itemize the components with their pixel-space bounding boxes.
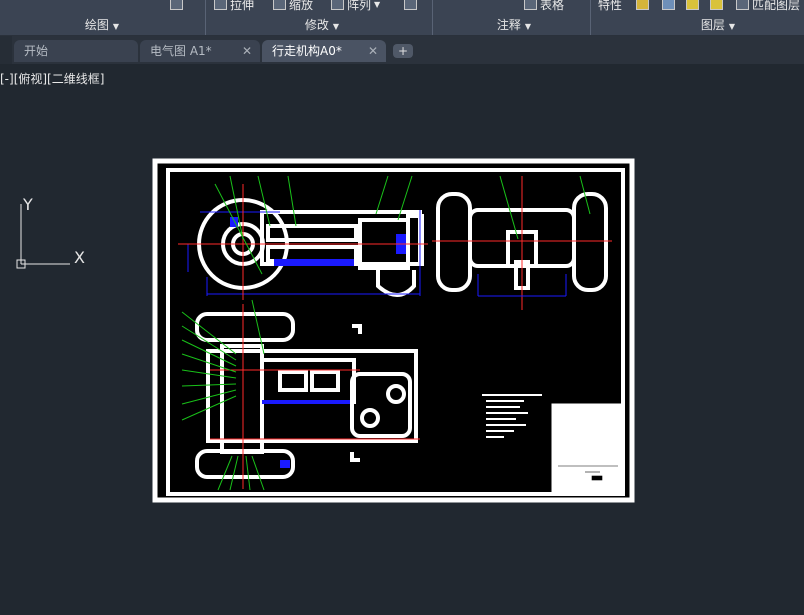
drawing-canvas[interactable]: Y X <box>0 64 804 611</box>
layer-on-button[interactable] <box>662 0 675 12</box>
modify-extra-icon <box>404 0 417 10</box>
panel-annotate[interactable]: 注释 ▼ <box>482 16 546 34</box>
match-layer-icon <box>736 0 749 10</box>
ribbon-toolbar: 拉伸 缩放 阵列 ▼ 表格 特性 匹配图层 <box>0 0 804 16</box>
panel-layers[interactable]: 图层 ▼ <box>686 16 750 34</box>
chevron-down-icon: ▼ <box>728 22 736 31</box>
panel-modify[interactable]: 修改 ▼ <box>290 16 354 34</box>
drawing-sheet <box>152 158 635 503</box>
array-icon <box>331 0 344 10</box>
table-button[interactable]: 表格 <box>524 0 564 12</box>
ribbon: 拉伸 缩放 阵列 ▼ 表格 特性 匹配图层 绘图 ▼ 修改 ▼ 注释 ▼ 图层 ▼ <box>0 0 804 36</box>
layer-sun-button[interactable] <box>686 0 699 12</box>
tab-travel-mechanism[interactable]: 行走机构A0* ✕ <box>262 40 386 62</box>
modify-extra-button[interactable] <box>404 0 417 12</box>
match-layer-button[interactable]: 匹配图层 <box>736 0 800 12</box>
chevron-down-icon: ▼ <box>332 22 340 31</box>
layer-on-icon <box>662 0 675 10</box>
viewport-controls[interactable]: [-][俯视][二维线框] <box>0 70 104 87</box>
tab-electrical-drawing[interactable]: 电气图 A1* ✕ <box>140 40 260 62</box>
layer-state-button[interactable] <box>636 0 649 12</box>
stretch-icon <box>214 0 227 10</box>
title-block <box>551 403 623 495</box>
draw-tool-icon <box>170 0 183 10</box>
table-icon <box>524 0 537 10</box>
chevron-down-icon: ▼ <box>374 0 381 9</box>
panel-draw[interactable]: 绘图 ▼ <box>70 16 134 34</box>
ribbon-separator <box>590 0 591 36</box>
ucs-x-label: X <box>74 248 85 267</box>
sun-icon <box>686 0 699 10</box>
close-icon[interactable]: ✕ <box>242 40 252 62</box>
stretch-button[interactable]: 拉伸 <box>214 0 254 12</box>
tab-menu-button[interactable] <box>0 36 12 64</box>
new-tab-button[interactable]: + <box>393 44 413 58</box>
layer-state-icon <box>636 0 649 10</box>
chevron-down-icon: ▼ <box>112 22 120 31</box>
close-icon[interactable]: ✕ <box>368 40 378 62</box>
chevron-down-icon: ▼ <box>524 22 532 31</box>
scale-icon <box>273 0 286 10</box>
draw-tool-button[interactable] <box>170 0 183 12</box>
scale-button[interactable]: 缩放 <box>273 0 313 12</box>
properties-button[interactable]: 特性 <box>598 0 622 12</box>
layer-lock-button[interactable] <box>710 0 723 12</box>
tab-start[interactable]: 开始 <box>14 40 138 62</box>
ucs-y-label: Y <box>22 195 33 214</box>
ribbon-separator <box>432 0 433 36</box>
lock-icon <box>710 0 723 10</box>
array-button[interactable]: 阵列 ▼ <box>331 0 380 12</box>
ribbon-separator <box>205 0 206 36</box>
